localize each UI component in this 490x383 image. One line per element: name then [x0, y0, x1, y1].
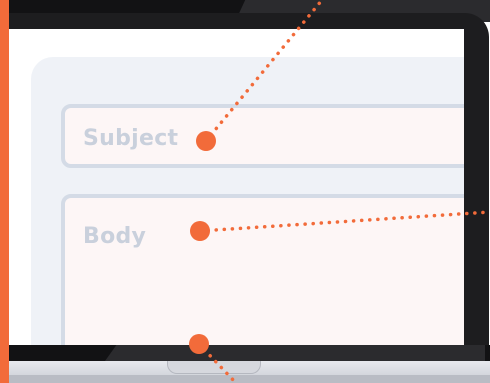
body-field[interactable]: Body — [61, 194, 464, 345]
bezel-bottom-highlight — [105, 345, 485, 361]
accent-strip — [0, 0, 9, 383]
subject-label: Subject — [83, 126, 179, 151]
laptop-notch — [167, 361, 261, 374]
subject-field[interactable]: Subject — [61, 104, 464, 168]
laptop-mockup: Subject Body — [0, 0, 490, 383]
body-label: Body — [83, 224, 147, 249]
laptop-base-edge — [0, 375, 490, 383]
laptop-screen: Subject Body — [9, 29, 464, 345]
